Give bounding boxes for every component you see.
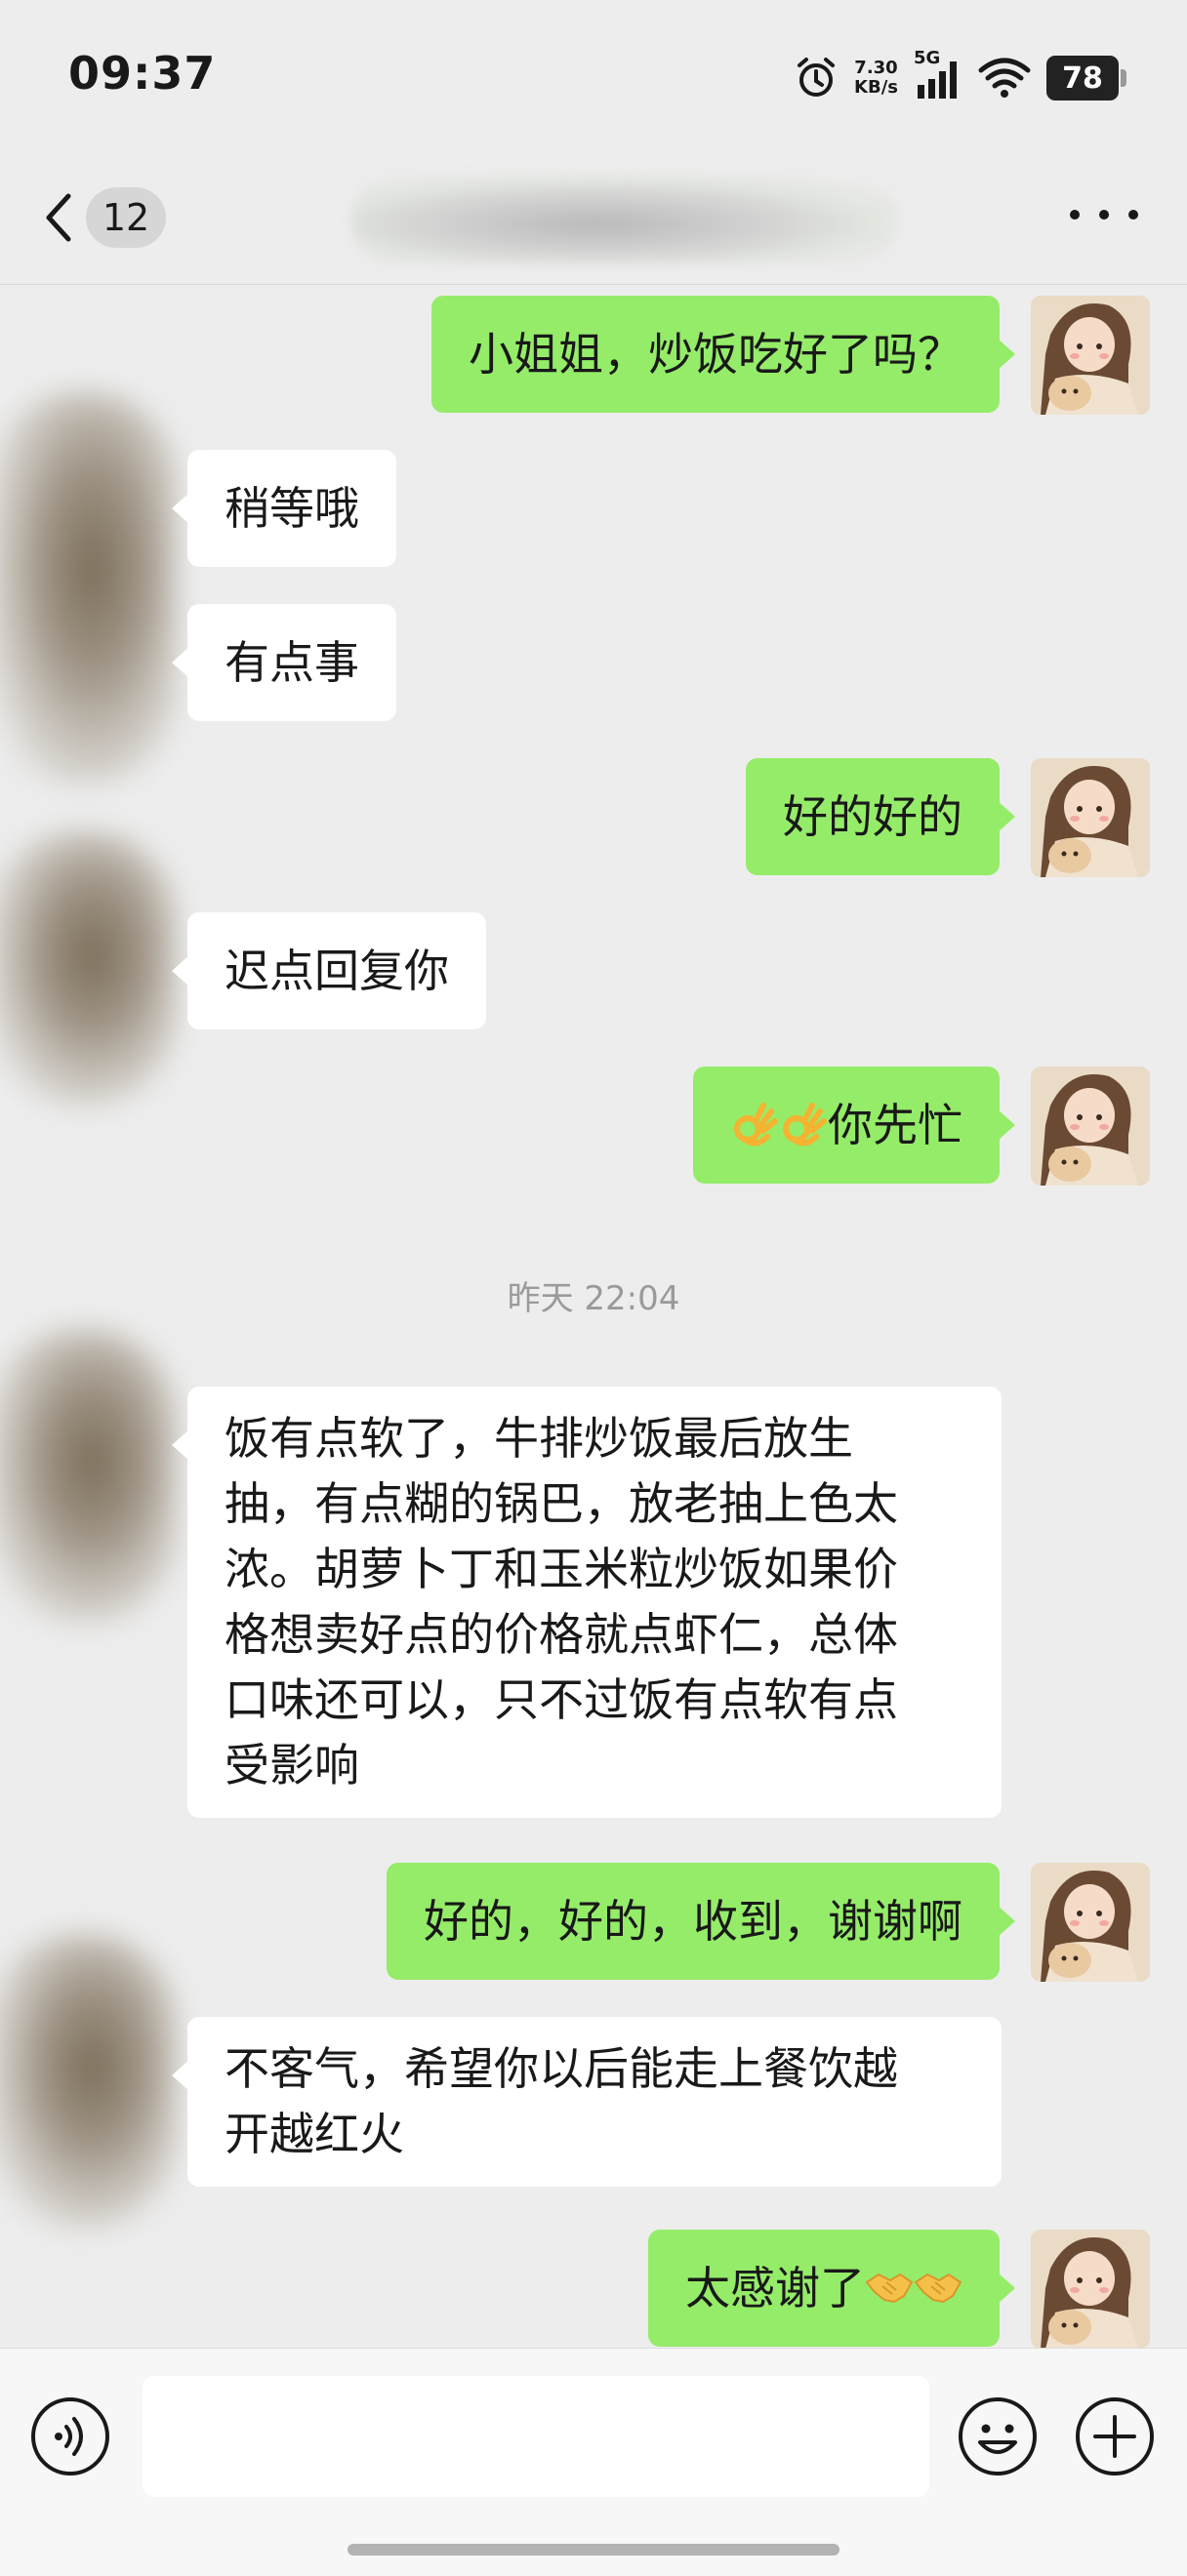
emoji-button[interactable] xyxy=(957,2395,1039,2477)
avatar-illustration-icon xyxy=(1031,2230,1150,2348)
input-bar xyxy=(0,2348,1187,2576)
message-text: 有点事 xyxy=(225,636,359,689)
chat-header: 12 xyxy=(0,146,1187,285)
net-speed-unit: KB/s xyxy=(854,77,898,98)
message-line: 格想卖好点的价格就点虾仁，总体 xyxy=(225,1608,898,1661)
my-avatar[interactable] xyxy=(1031,758,1150,877)
back-button[interactable]: 12 xyxy=(39,183,185,252)
more-options-button[interactable] xyxy=(1070,195,1138,234)
wifi-icon xyxy=(978,58,1031,98)
outgoing-message[interactable]: 你先忙 xyxy=(693,1067,1015,1184)
status-time: 09:37 xyxy=(68,47,217,100)
net-speed-value: 7.30 xyxy=(854,58,898,78)
net-speed: 7.30 KB/s xyxy=(854,59,898,98)
message-input[interactable] xyxy=(143,2376,929,2497)
message-line: 不客气，希望你以后能走上餐饮越 xyxy=(225,2042,898,2095)
ok-hand-emoji-icon xyxy=(734,1103,778,1147)
contact-avatar-redacted[interactable] xyxy=(0,1330,176,1623)
my-avatar[interactable] xyxy=(1031,1863,1150,1982)
ok-hand-emoji-icon xyxy=(783,1103,827,1147)
message-line: 浓。胡萝卜丁和玉米粒炒饭如果价 xyxy=(225,1543,898,1595)
handshake-emoji-icon xyxy=(914,2273,962,2304)
contact-avatar-redacted[interactable] xyxy=(0,1935,176,2228)
battery-icon: 78 xyxy=(1046,56,1126,101)
incoming-message[interactable]: 不客气，希望你以后能走上餐饮越 开越红火 xyxy=(172,2017,1002,2187)
message-text: 稍等哦 xyxy=(225,482,359,535)
my-avatar[interactable] xyxy=(1031,2230,1150,2348)
message-text: 好的好的 xyxy=(783,790,962,843)
message-line: 口味还可以，只不过饭有点软有点 xyxy=(225,1673,898,1726)
status-bar: 09:37 7.30 KB/s 5G 78 xyxy=(0,0,1187,146)
cell-signal: 5G xyxy=(914,50,962,101)
battery-level: 78 xyxy=(1062,60,1103,96)
my-avatar[interactable] xyxy=(1031,296,1150,415)
handshake-emoji-icon xyxy=(865,2273,914,2304)
home-indicator[interactable] xyxy=(348,2544,839,2556)
plus-icon xyxy=(1076,2397,1154,2475)
contact-avatar-redacted[interactable] xyxy=(0,393,176,784)
status-icons: 7.30 KB/s 5G 78 xyxy=(794,49,1126,107)
message-list[interactable]: 小姐姐，炒饭吃好了吗？ 稍等哦 有点事 好的好的 迟点回复你 你先忙 昨天 22… xyxy=(0,286,1187,2348)
outgoing-message[interactable]: 好的好的 xyxy=(746,758,1015,875)
message-text: 迟点回复你 xyxy=(225,945,449,997)
signal-icon xyxy=(918,61,957,99)
avatar-illustration-icon xyxy=(1031,1067,1150,1186)
voice-icon xyxy=(31,2397,109,2475)
alarm-icon xyxy=(798,58,836,97)
unread-badge: 12 xyxy=(86,187,166,248)
incoming-message[interactable]: 饭有点软了，牛排炒饭最后放生 抽，有点糊的锅巴，放老抽上色太 浓。胡萝卜丁和玉米… xyxy=(172,1387,1002,1818)
message-line: 受影响 xyxy=(225,1739,359,1791)
dot-icon xyxy=(1099,210,1109,220)
message-text: 好的，好的，收到，谢谢啊 xyxy=(424,1895,962,1948)
my-avatar[interactable] xyxy=(1031,1067,1150,1186)
incoming-message[interactable]: 迟点回复你 xyxy=(172,912,486,1029)
chevron-left-icon xyxy=(46,193,71,242)
dot-icon xyxy=(1070,210,1080,220)
incoming-message[interactable]: 有点事 xyxy=(172,604,396,721)
avatar-illustration-icon xyxy=(1031,296,1150,415)
more-functions-button[interactable] xyxy=(1074,2395,1156,2477)
smiley-icon xyxy=(959,2397,1037,2475)
avatar-illustration-icon xyxy=(1031,758,1150,877)
incoming-message[interactable]: 稍等哦 xyxy=(172,450,396,567)
message-text: 太感谢了 xyxy=(685,2262,865,2314)
outgoing-message[interactable]: 小姐姐，炒饭吃好了吗？ xyxy=(431,296,1015,413)
message-text: 你先忙 xyxy=(828,1099,962,1151)
outgoing-message[interactable]: 好的，好的，收到，谢谢啊 xyxy=(387,1863,1015,1980)
dot-icon xyxy=(1128,210,1138,220)
message-line: 开越红火 xyxy=(225,2108,404,2160)
message-line: 抽，有点糊的锅巴，放老抽上色太 xyxy=(225,1477,898,1530)
avatar-illustration-icon xyxy=(1031,1863,1150,1982)
voice-input-button[interactable] xyxy=(29,2395,111,2477)
message-text: 小姐姐，炒饭吃好了吗？ xyxy=(469,328,962,381)
outgoing-message[interactable]: 太感谢了 xyxy=(648,2230,1015,2347)
contact-avatar-redacted[interactable] xyxy=(0,832,176,1106)
timestamp-divider: 昨天 22:04 xyxy=(507,1279,680,1318)
chat-title-redacted xyxy=(351,176,898,263)
message-line: 饭有点软了，牛排炒饭最后放生 xyxy=(225,1412,853,1465)
